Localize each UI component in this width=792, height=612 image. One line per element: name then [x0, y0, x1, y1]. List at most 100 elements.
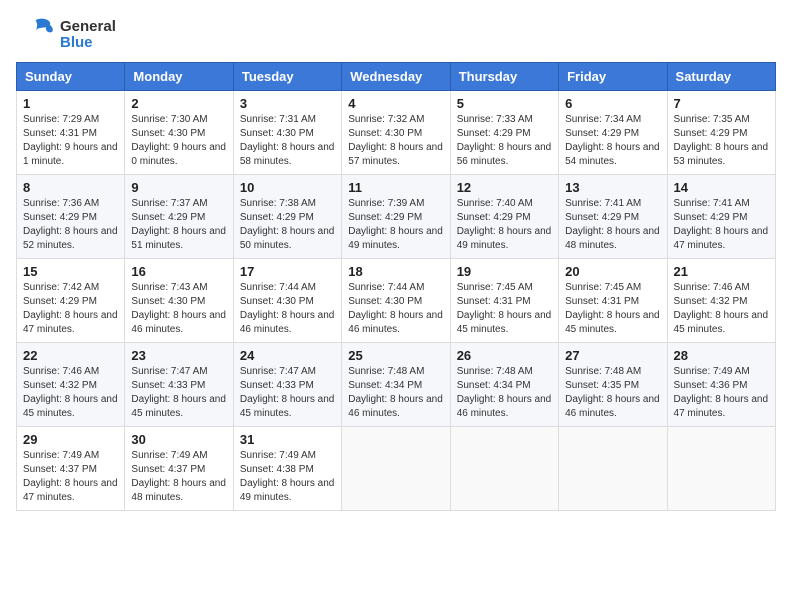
calendar-day-cell: 24 Sunrise: 7:47 AMSunset: 4:33 PMDayligh…: [233, 343, 341, 427]
day-number: 14: [674, 180, 769, 195]
day-number: 26: [457, 348, 552, 363]
day-info: Sunrise: 7:31 AMSunset: 4:30 PMDaylight:…: [240, 114, 335, 167]
day-info: Sunrise: 7:40 AMSunset: 4:29 PMDaylight:…: [457, 198, 552, 251]
day-number: 27: [565, 348, 660, 363]
calendar-day-cell: 28 Sunrise: 7:49 AMSunset: 4:36 PMDayligh…: [667, 343, 775, 427]
day-number: 19: [457, 264, 552, 279]
day-number: 22: [23, 348, 118, 363]
day-info: Sunrise: 7:47 AMSunset: 4:33 PMDaylight:…: [131, 366, 226, 419]
calendar-day-cell: 14 Sunrise: 7:41 AMSunset: 4:29 PMDayligh…: [667, 175, 775, 259]
calendar-day-cell: 19 Sunrise: 7:45 AMSunset: 4:31 PMDayligh…: [450, 259, 558, 343]
calendar-day-cell: 12Sunrise: 7:40 AMSunset: 4:29 PMDayligh…: [450, 175, 558, 259]
calendar-week-row: 1 Sunrise: 7:29 AMSunset: 4:31 PMDaylight…: [17, 91, 776, 175]
day-info: Sunrise: 7:39 AMSunset: 4:29 PMDaylight:…: [348, 198, 443, 251]
day-info: Sunrise: 7:41 AMSunset: 4:29 PMDaylight:…: [565, 198, 660, 251]
day-info: Sunrise: 7:46 AMSunset: 4:32 PMDaylight:…: [674, 282, 769, 335]
day-number: 8: [23, 180, 118, 195]
calendar-header-row: SundayMondayTuesdayWednesdayThursdayFrid…: [17, 63, 776, 91]
day-info: Sunrise: 7:49 AMSunset: 4:37 PMDaylight:…: [23, 450, 118, 503]
calendar-day-cell: 2 Sunrise: 7:30 AMSunset: 4:30 PMDaylight…: [125, 91, 233, 175]
calendar-day-cell: 7 Sunrise: 7:35 AMSunset: 4:29 PMDaylight…: [667, 91, 775, 175]
day-number: 10: [240, 180, 335, 195]
day-number: 3: [240, 96, 335, 111]
day-number: 1: [23, 96, 118, 111]
calendar-day-cell: 11 Sunrise: 7:39 AMSunset: 4:29 PMDayligh…: [342, 175, 450, 259]
calendar-day-cell: 25 Sunrise: 7:48 AMSunset: 4:34 PMDayligh…: [342, 343, 450, 427]
day-info: Sunrise: 7:34 AMSunset: 4:29 PMDaylight:…: [565, 114, 660, 167]
calendar-week-row: 22 Sunrise: 7:46 AMSunset: 4:32 PMDayligh…: [17, 343, 776, 427]
day-number: 4: [348, 96, 443, 111]
calendar-day-cell: 18Sunrise: 7:44 AMSunset: 4:30 PMDayligh…: [342, 259, 450, 343]
day-number: 11: [348, 180, 443, 195]
day-info: Sunrise: 7:48 AMSunset: 4:34 PMDaylight:…: [348, 366, 443, 419]
day-info: Sunrise: 7:47 AMSunset: 4:33 PMDaylight:…: [240, 366, 335, 419]
calendar-week-row: 29 Sunrise: 7:49 AMSunset: 4:37 PMDayligh…: [17, 427, 776, 511]
day-info: Sunrise: 7:44 AMSunset: 4:30 PMDaylight:…: [240, 282, 335, 335]
calendar-day-cell: 22 Sunrise: 7:46 AMSunset: 4:32 PMDayligh…: [17, 343, 125, 427]
calendar-day-cell: 16 Sunrise: 7:43 AMSunset: 4:30 PMDayligh…: [125, 259, 233, 343]
calendar-day-cell: 29 Sunrise: 7:49 AMSunset: 4:37 PMDayligh…: [17, 427, 125, 511]
day-number: 16: [131, 264, 226, 279]
day-number: 7: [674, 96, 769, 111]
calendar-day-cell: 13Sunrise: 7:41 AMSunset: 4:29 PMDayligh…: [559, 175, 667, 259]
day-number: 28: [674, 348, 769, 363]
calendar-day-cell: 9Sunrise: 7:37 AMSunset: 4:29 PMDaylight…: [125, 175, 233, 259]
calendar-day-cell: 15 Sunrise: 7:42 AMSunset: 4:29 PMDayligh…: [17, 259, 125, 343]
calendar-day-cell: 23 Sunrise: 7:47 AMSunset: 4:33 PMDayligh…: [125, 343, 233, 427]
day-number: 23: [131, 348, 226, 363]
calendar-day-cell: 6 Sunrise: 7:34 AMSunset: 4:29 PMDaylight…: [559, 91, 667, 175]
weekday-header: Saturday: [667, 63, 775, 91]
weekday-header: Sunday: [17, 63, 125, 91]
day-info: Sunrise: 7:41 AMSunset: 4:29 PMDaylight:…: [674, 198, 769, 251]
calendar-day-cell: 20 Sunrise: 7:45 AMSunset: 4:31 PMDayligh…: [559, 259, 667, 343]
weekday-header: Wednesday: [342, 63, 450, 91]
calendar-day-cell: 31 Sunrise: 7:49 AMSunset: 4:38 PMDayligh…: [233, 427, 341, 511]
day-info: Sunrise: 7:45 AMSunset: 4:31 PMDaylight:…: [565, 282, 660, 335]
calendar-table: SundayMondayTuesdayWednesdayThursdayFrid…: [16, 62, 776, 511]
day-info: Sunrise: 7:48 AMSunset: 4:34 PMDaylight:…: [457, 366, 552, 419]
day-number: 20: [565, 264, 660, 279]
weekday-header: Friday: [559, 63, 667, 91]
calendar-week-row: 8Sunrise: 7:36 AMSunset: 4:29 PMDaylight…: [17, 175, 776, 259]
calendar-day-cell: [559, 427, 667, 511]
calendar-day-cell: 1 Sunrise: 7:29 AMSunset: 4:31 PMDaylight…: [17, 91, 125, 175]
calendar-day-cell: 26 Sunrise: 7:48 AMSunset: 4:34 PMDayligh…: [450, 343, 558, 427]
weekday-header: Thursday: [450, 63, 558, 91]
day-number: 2: [131, 96, 226, 111]
day-info: Sunrise: 7:43 AMSunset: 4:30 PMDaylight:…: [131, 282, 226, 335]
day-info: Sunrise: 7:42 AMSunset: 4:29 PMDaylight:…: [23, 282, 118, 335]
calendar-day-cell: [342, 427, 450, 511]
weekday-header: Tuesday: [233, 63, 341, 91]
day-info: Sunrise: 7:49 AMSunset: 4:36 PMDaylight:…: [674, 366, 769, 419]
calendar-day-cell: 10 Sunrise: 7:38 AMSunset: 4:29 PMDayligh…: [233, 175, 341, 259]
day-number: 24: [240, 348, 335, 363]
day-info: Sunrise: 7:49 AMSunset: 4:37 PMDaylight:…: [131, 450, 226, 503]
day-info: Sunrise: 7:35 AMSunset: 4:29 PMDaylight:…: [674, 114, 769, 167]
day-info: Sunrise: 7:29 AMSunset: 4:31 PMDaylight:…: [23, 114, 118, 167]
day-number: 29: [23, 432, 118, 447]
day-info: Sunrise: 7:48 AMSunset: 4:35 PMDaylight:…: [565, 366, 660, 419]
calendar-day-cell: 17Sunrise: 7:44 AMSunset: 4:30 PMDayligh…: [233, 259, 341, 343]
calendar-day-cell: 3 Sunrise: 7:31 AMSunset: 4:30 PMDaylight…: [233, 91, 341, 175]
day-info: Sunrise: 7:49 AMSunset: 4:38 PMDaylight:…: [240, 450, 335, 503]
day-info: Sunrise: 7:37 AMSunset: 4:29 PMDaylight:…: [131, 198, 226, 251]
calendar-day-cell: 27 Sunrise: 7:48 AMSunset: 4:35 PMDayligh…: [559, 343, 667, 427]
day-info: Sunrise: 7:46 AMSunset: 4:32 PMDaylight:…: [23, 366, 118, 419]
logo-bird-icon: [16, 16, 54, 54]
day-number: 15: [23, 264, 118, 279]
calendar-day-cell: 4Sunrise: 7:32 AMSunset: 4:30 PMDaylight…: [342, 91, 450, 175]
calendar-week-row: 15 Sunrise: 7:42 AMSunset: 4:29 PMDayligh…: [17, 259, 776, 343]
calendar-body: 1 Sunrise: 7:29 AMSunset: 4:31 PMDaylight…: [17, 91, 776, 511]
calendar-day-cell: 5Sunrise: 7:33 AMSunset: 4:29 PMDaylight…: [450, 91, 558, 175]
day-info: Sunrise: 7:33 AMSunset: 4:29 PMDaylight:…: [457, 114, 552, 167]
day-number: 31: [240, 432, 335, 447]
day-info: Sunrise: 7:45 AMSunset: 4:31 PMDaylight:…: [457, 282, 552, 335]
calendar-day-cell: [450, 427, 558, 511]
day-info: Sunrise: 7:38 AMSunset: 4:29 PMDaylight:…: [240, 198, 335, 251]
day-number: 6: [565, 96, 660, 111]
logo-blue-text: Blue: [60, 35, 116, 52]
day-number: 25: [348, 348, 443, 363]
day-number: 18: [348, 264, 443, 279]
logo-general-text: General: [60, 19, 116, 36]
day-info: Sunrise: 7:30 AMSunset: 4:30 PMDaylight:…: [131, 114, 226, 167]
